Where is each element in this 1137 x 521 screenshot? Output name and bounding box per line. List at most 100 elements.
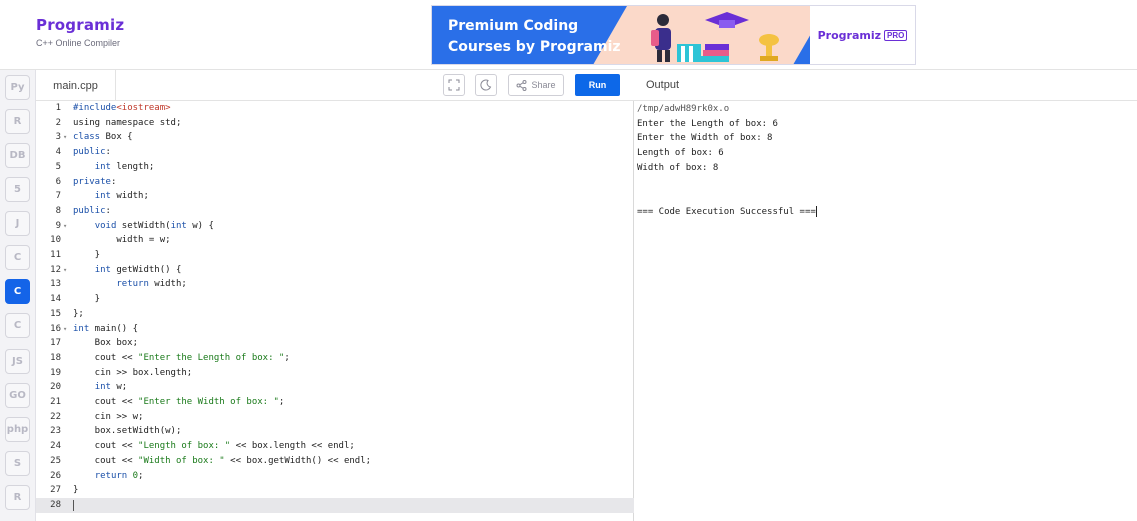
code-token: }: [73, 294, 101, 305]
file-tab-main-cpp[interactable]: main.cpp: [36, 70, 116, 101]
line-number: 23: [50, 426, 61, 437]
sidebar-r-icon[interactable]: R: [5, 109, 30, 134]
sidebar-c-icon[interactable]: C: [5, 245, 30, 270]
line-number: 10: [50, 235, 61, 246]
code-token: }: [73, 250, 101, 260]
code-text: cout << "Length of box: " << box.length …: [73, 439, 355, 454]
code-line[interactable]: 1 #include<iostream>: [36, 101, 634, 116]
sidebar-go-icon[interactable]: GO: [5, 383, 30, 408]
code-line[interactable]: 23 box.setWidth(w);: [36, 424, 634, 439]
code-line[interactable]: 3 ▾ class Box {: [36, 130, 634, 145]
code-line[interactable]: 14 }: [36, 292, 634, 307]
code-line[interactable]: 18 cout << "Enter the Length of box: ";: [36, 351, 634, 366]
code-line[interactable]: 6 private:: [36, 175, 634, 190]
line-number: 26: [50, 470, 61, 481]
java-icon: J: [15, 218, 20, 229]
line-number: 22: [50, 411, 61, 422]
code-text: }: [73, 483, 78, 498]
code-token: << box.getWidth() << endl;: [224, 455, 372, 466]
code-token: <iostream>: [116, 103, 171, 113]
fold-arrow-icon[interactable]: ▾: [63, 322, 67, 337]
code-line[interactable]: 20 int w;: [36, 380, 634, 395]
ad-title-line-1: Premium Coding: [448, 18, 579, 34]
fullscreen-button[interactable]: [443, 74, 465, 96]
output-text: Enter the Width of box: 8: [637, 133, 773, 144]
cpp-icon: C: [13, 286, 22, 297]
code-line[interactable]: 11 }: [36, 248, 634, 263]
code-line[interactable]: 2 using namespace std;: [36, 116, 634, 131]
sidebar-rust-icon[interactable]: R: [5, 485, 30, 510]
line-number: 11: [50, 250, 61, 260]
code-text: public:: [73, 204, 111, 219]
code-line[interactable]: 9 ▾ void setWidth(int w) {: [36, 219, 634, 234]
code-token: class: [73, 132, 101, 143]
code-line[interactable]: 4 public:: [36, 145, 634, 160]
sidebar-php-icon[interactable]: php: [5, 417, 30, 442]
code-line[interactable]: 21 cout << "Enter the Width of box: ";: [36, 395, 634, 410]
code-line[interactable]: 5 int length;: [36, 160, 634, 175]
line-number: 15: [50, 308, 61, 319]
line-number: 19: [50, 367, 61, 378]
code-line[interactable]: 7 int width;: [36, 189, 634, 204]
code-text: using namespace std;: [73, 116, 181, 131]
code-token: int: [170, 220, 187, 231]
code-line[interactable]: 13 return width;: [36, 277, 634, 292]
code-line[interactable]: 8 public:: [36, 204, 634, 219]
fold-arrow-icon[interactable]: ▾: [63, 219, 67, 234]
sidebar-sql-icon[interactable]: DB: [5, 143, 30, 168]
code-text: #include<iostream>: [73, 101, 171, 116]
code-text: int length;: [73, 160, 155, 175]
share-button[interactable]: Share: [508, 74, 564, 96]
sidebar-python-icon[interactable]: Py: [5, 75, 30, 100]
ad-banner[interactable]: Premium Coding Courses by Programiz Prog…: [431, 5, 916, 65]
c-icon: C: [13, 252, 22, 263]
compiler-app: Programiz C++ Online Compiler Premium Co…: [0, 0, 1137, 521]
sidebar-swift-icon[interactable]: S: [5, 451, 30, 476]
js-icon: JS: [12, 356, 23, 367]
sidebar-js-icon[interactable]: JS: [5, 349, 30, 374]
code-token: cin >> box.length;: [73, 367, 193, 378]
line-number: 25: [50, 455, 61, 466]
code-text: void setWidth(int w) {: [73, 219, 214, 234]
programiz-logo[interactable]: Programiz C++ Online Compiler: [36, 16, 124, 48]
sidebar-java-icon[interactable]: J: [5, 211, 30, 236]
line-number: 8: [55, 205, 61, 216]
line-number: 16: [50, 323, 61, 334]
code-line[interactable]: 26 return 0;: [36, 469, 634, 484]
code-line[interactable]: 15};: [36, 307, 634, 322]
sidebar-csharp-icon[interactable]: C: [5, 313, 30, 338]
code-token: return: [116, 279, 149, 290]
code-line[interactable]: 12 ▾ int getWidth() {: [36, 263, 634, 278]
code-line[interactable]: 24 cout << "Length of box: " << box.leng…: [36, 439, 634, 454]
output-header: Output: [634, 70, 1137, 101]
code-line[interactable]: 27}: [36, 483, 634, 498]
code-line[interactable]: 16 ▾ int main() {: [36, 322, 634, 337]
code-text: cout << "Width of box: " << box.getWidth…: [73, 454, 371, 469]
line-number: 7: [55, 191, 61, 202]
output-line: Enter the Width of box: 8: [637, 131, 772, 146]
sidebar-cpp-icon[interactable]: C: [5, 279, 30, 304]
theme-toggle-button[interactable]: [475, 74, 497, 96]
fold-arrow-icon[interactable]: ▾: [63, 263, 67, 278]
code-line[interactable]: 19 cin >> box.length;: [36, 366, 634, 381]
code-token: width;: [110, 191, 149, 202]
code-token: return: [94, 470, 128, 481]
line-number: 13: [50, 279, 61, 290]
run-button[interactable]: Run: [575, 74, 620, 96]
code-line[interactable]: 28: [36, 497, 634, 513]
code-line[interactable]: 25 cout << "Width of box: " << box.getWi…: [36, 454, 634, 469]
line-number: 6: [55, 176, 61, 187]
output-console[interactable]: /tmp/adwH89rk0x.o Enter the Length of box…: [634, 101, 1137, 521]
code-line[interactable]: 17 Box box;: [36, 336, 634, 351]
line-number: 1: [55, 103, 61, 113]
sidebar-html-icon[interactable]: 5: [5, 177, 30, 202]
fold-arrow-icon[interactable]: ▾: [63, 130, 67, 145]
code-line[interactable]: 10 width = w;: [36, 233, 634, 248]
code-editor[interactable]: 1 #include<iostream> 2 using namespace std;…: [36, 101, 634, 521]
code-token: ;: [278, 397, 285, 407]
code-line[interactable]: 22 cin >> w;: [36, 410, 634, 425]
python-icon: Py: [10, 82, 25, 93]
